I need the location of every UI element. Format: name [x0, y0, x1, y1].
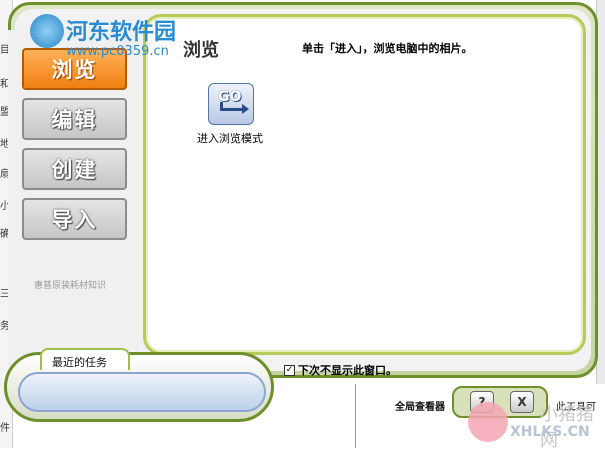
watermark-corner-url: XHLKS.CN	[510, 424, 590, 440]
nav-button-edit[interactable]: 编辑	[22, 98, 127, 140]
instruction-text: 单击「进入」，浏览电脑中的相片。	[302, 42, 473, 55]
dont-show-label: 下次不显示此窗口。	[298, 364, 397, 377]
nav-button-label: 编辑	[51, 108, 98, 132]
watermark-logo-text: 河东软件园	[66, 20, 177, 45]
dont-show-checkbox[interactable]: ✓	[284, 364, 295, 376]
nav-button-label: 导入	[51, 208, 98, 232]
background-bottom-text: 全局查看器	[395, 402, 445, 413]
recent-tasks-label: 最近的任务	[52, 356, 107, 369]
arrow-head-icon	[242, 104, 249, 114]
nav-note-link[interactable]: 惠普原装耗材知识	[34, 278, 106, 291]
close-button[interactable]: X	[510, 391, 534, 413]
go-icon[interactable]: GO	[208, 83, 254, 125]
nav-button-create[interactable]: 创建	[22, 148, 127, 190]
page-title: 浏览	[183, 40, 219, 61]
arrow-shaft	[220, 108, 244, 111]
recent-tasks-list[interactable]	[18, 372, 266, 412]
background-glyph: 件	[0, 423, 10, 434]
watermark-url: www.pc0359.cn	[66, 44, 169, 59]
dont-show-again[interactable]: ✓ 下次不显示此窗口。	[284, 362, 397, 378]
site-logo-icon	[30, 14, 64, 48]
enter-browse-mode-label[interactable]: 进入浏览模式	[197, 130, 263, 146]
nav-button-label: 创建	[51, 158, 98, 182]
close-icon: X	[517, 395, 527, 409]
nav-button-import[interactable]: 导入	[22, 198, 127, 240]
content-area	[143, 14, 586, 355]
pig-logo-icon	[468, 402, 508, 442]
